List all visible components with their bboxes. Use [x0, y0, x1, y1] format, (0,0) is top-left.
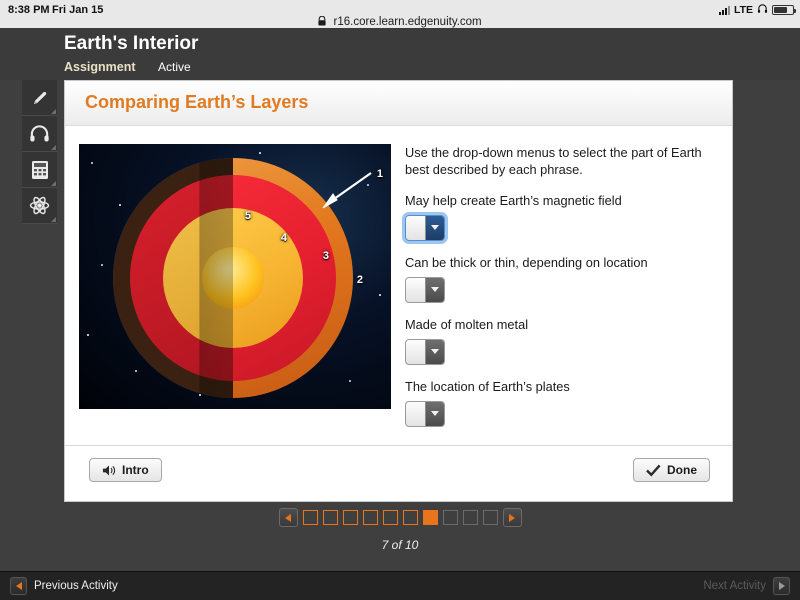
card-footer: Intro Done	[65, 445, 732, 501]
triangle-right-icon	[509, 513, 515, 522]
address-bar-url: r16.core.learn.edgenuity.com	[333, 16, 482, 28]
question-prompt-3: Made of molten metal	[405, 316, 529, 332]
pagination-box-9[interactable]	[462, 510, 478, 525]
instructions-text: Use the drop-down menus to select the pa…	[405, 145, 702, 178]
pagination-next-button[interactable]	[502, 508, 522, 527]
intro-button-label: Intro	[122, 463, 149, 477]
next-activity-button[interactable]: Next Activity	[703, 577, 790, 595]
signal-bars-icon	[718, 5, 730, 15]
earth-interior-figure: 2 3 4 5 1	[79, 144, 391, 409]
pagination-prev-button[interactable]	[278, 508, 298, 527]
next-activity-label: Next Activity	[703, 580, 766, 592]
done-button-label: Done	[667, 463, 697, 477]
answer-dropdown-4[interactable]	[405, 400, 445, 427]
answer-dropdown-1[interactable]	[405, 214, 445, 241]
calculator-icon[interactable]	[22, 152, 57, 188]
question-prompt-4: The location of Earth’s plates	[405, 378, 570, 394]
answer-dropdown-3[interactable]	[405, 338, 445, 365]
pagination-box-8[interactable]	[442, 510, 458, 525]
question-prompt-2: Can be thick or thin, depending on locat…	[405, 254, 648, 270]
chevron-down-icon	[425, 215, 444, 240]
checkmark-icon	[646, 464, 661, 477]
chevron-down-icon	[425, 339, 444, 364]
chevron-down-icon	[425, 401, 444, 426]
course-header: Earth's Interior Assignment Active	[0, 28, 800, 80]
network-label: LTE	[733, 4, 753, 16]
status-time: 8:38 PM	[8, 4, 50, 16]
page-title: Earth's Interior	[64, 33, 199, 54]
highlighter-icon[interactable]	[22, 80, 57, 116]
ios-status-bar: 8:38 PM Fri Jan 15 r16.core.learn.edgenu…	[0, 0, 800, 28]
tab-assignment[interactable]: Assignment	[64, 60, 136, 74]
question-panel: Use the drop-down menus to select the pa…	[405, 144, 710, 427]
figure-label-3: 3	[322, 250, 329, 262]
answer-dropdown-2[interactable]	[405, 276, 445, 303]
status-badge: Active	[158, 60, 191, 74]
figure-label-1: 1	[376, 168, 383, 180]
tablet-screen: 8:38 PM Fri Jan 15 r16.core.learn.edgenu…	[0, 0, 800, 600]
pagination-box-2[interactable]	[322, 510, 338, 525]
done-button[interactable]: Done	[633, 458, 710, 482]
triangle-left-icon	[10, 577, 27, 595]
pagination	[0, 508, 800, 527]
intro-button[interactable]: Intro	[89, 458, 162, 482]
status-indicators: LTE	[718, 3, 796, 17]
pagination-box-6[interactable]	[402, 510, 418, 525]
activity-bar: Previous Activity Next Activity	[0, 571, 800, 600]
pagination-box-7[interactable]	[422, 510, 438, 525]
question-prompt-1: May help create Earth’s magnetic field	[405, 192, 622, 208]
triangle-left-icon	[285, 513, 291, 522]
pagination-box-5[interactable]	[382, 510, 398, 525]
chevron-down-icon	[425, 277, 444, 302]
pagination-count: 7 of 10	[381, 538, 419, 552]
card-title: Comparing Earth’s Layers	[85, 92, 309, 112]
battery-icon	[772, 5, 796, 15]
atom-icon[interactable]	[22, 188, 57, 224]
previous-activity-label: Previous Activity	[34, 580, 118, 592]
tool-sidebar	[22, 80, 57, 224]
headphones-icon[interactable]	[22, 116, 57, 152]
speaker-icon	[102, 464, 116, 476]
pagination-box-4[interactable]	[362, 510, 378, 525]
figure-label-2: 2	[356, 274, 363, 286]
figure-label-4: 4	[280, 232, 287, 244]
lesson-card: Comparing Earth’s Layers 2 3 4 5 1 Use t…	[64, 80, 733, 502]
pagination-box-3[interactable]	[342, 510, 358, 525]
headphones-icon	[757, 3, 768, 17]
status-date: Fri Jan 15	[52, 4, 104, 16]
triangle-right-icon	[773, 577, 790, 595]
pagination-box-1[interactable]	[302, 510, 318, 525]
pagination-box-10[interactable]	[482, 510, 498, 525]
pointer-arrow-icon	[322, 172, 372, 209]
figure-label-5: 5	[244, 210, 251, 222]
previous-activity-button[interactable]: Previous Activity	[10, 577, 118, 595]
card-title-bar: Comparing Earth’s Layers	[65, 81, 732, 126]
